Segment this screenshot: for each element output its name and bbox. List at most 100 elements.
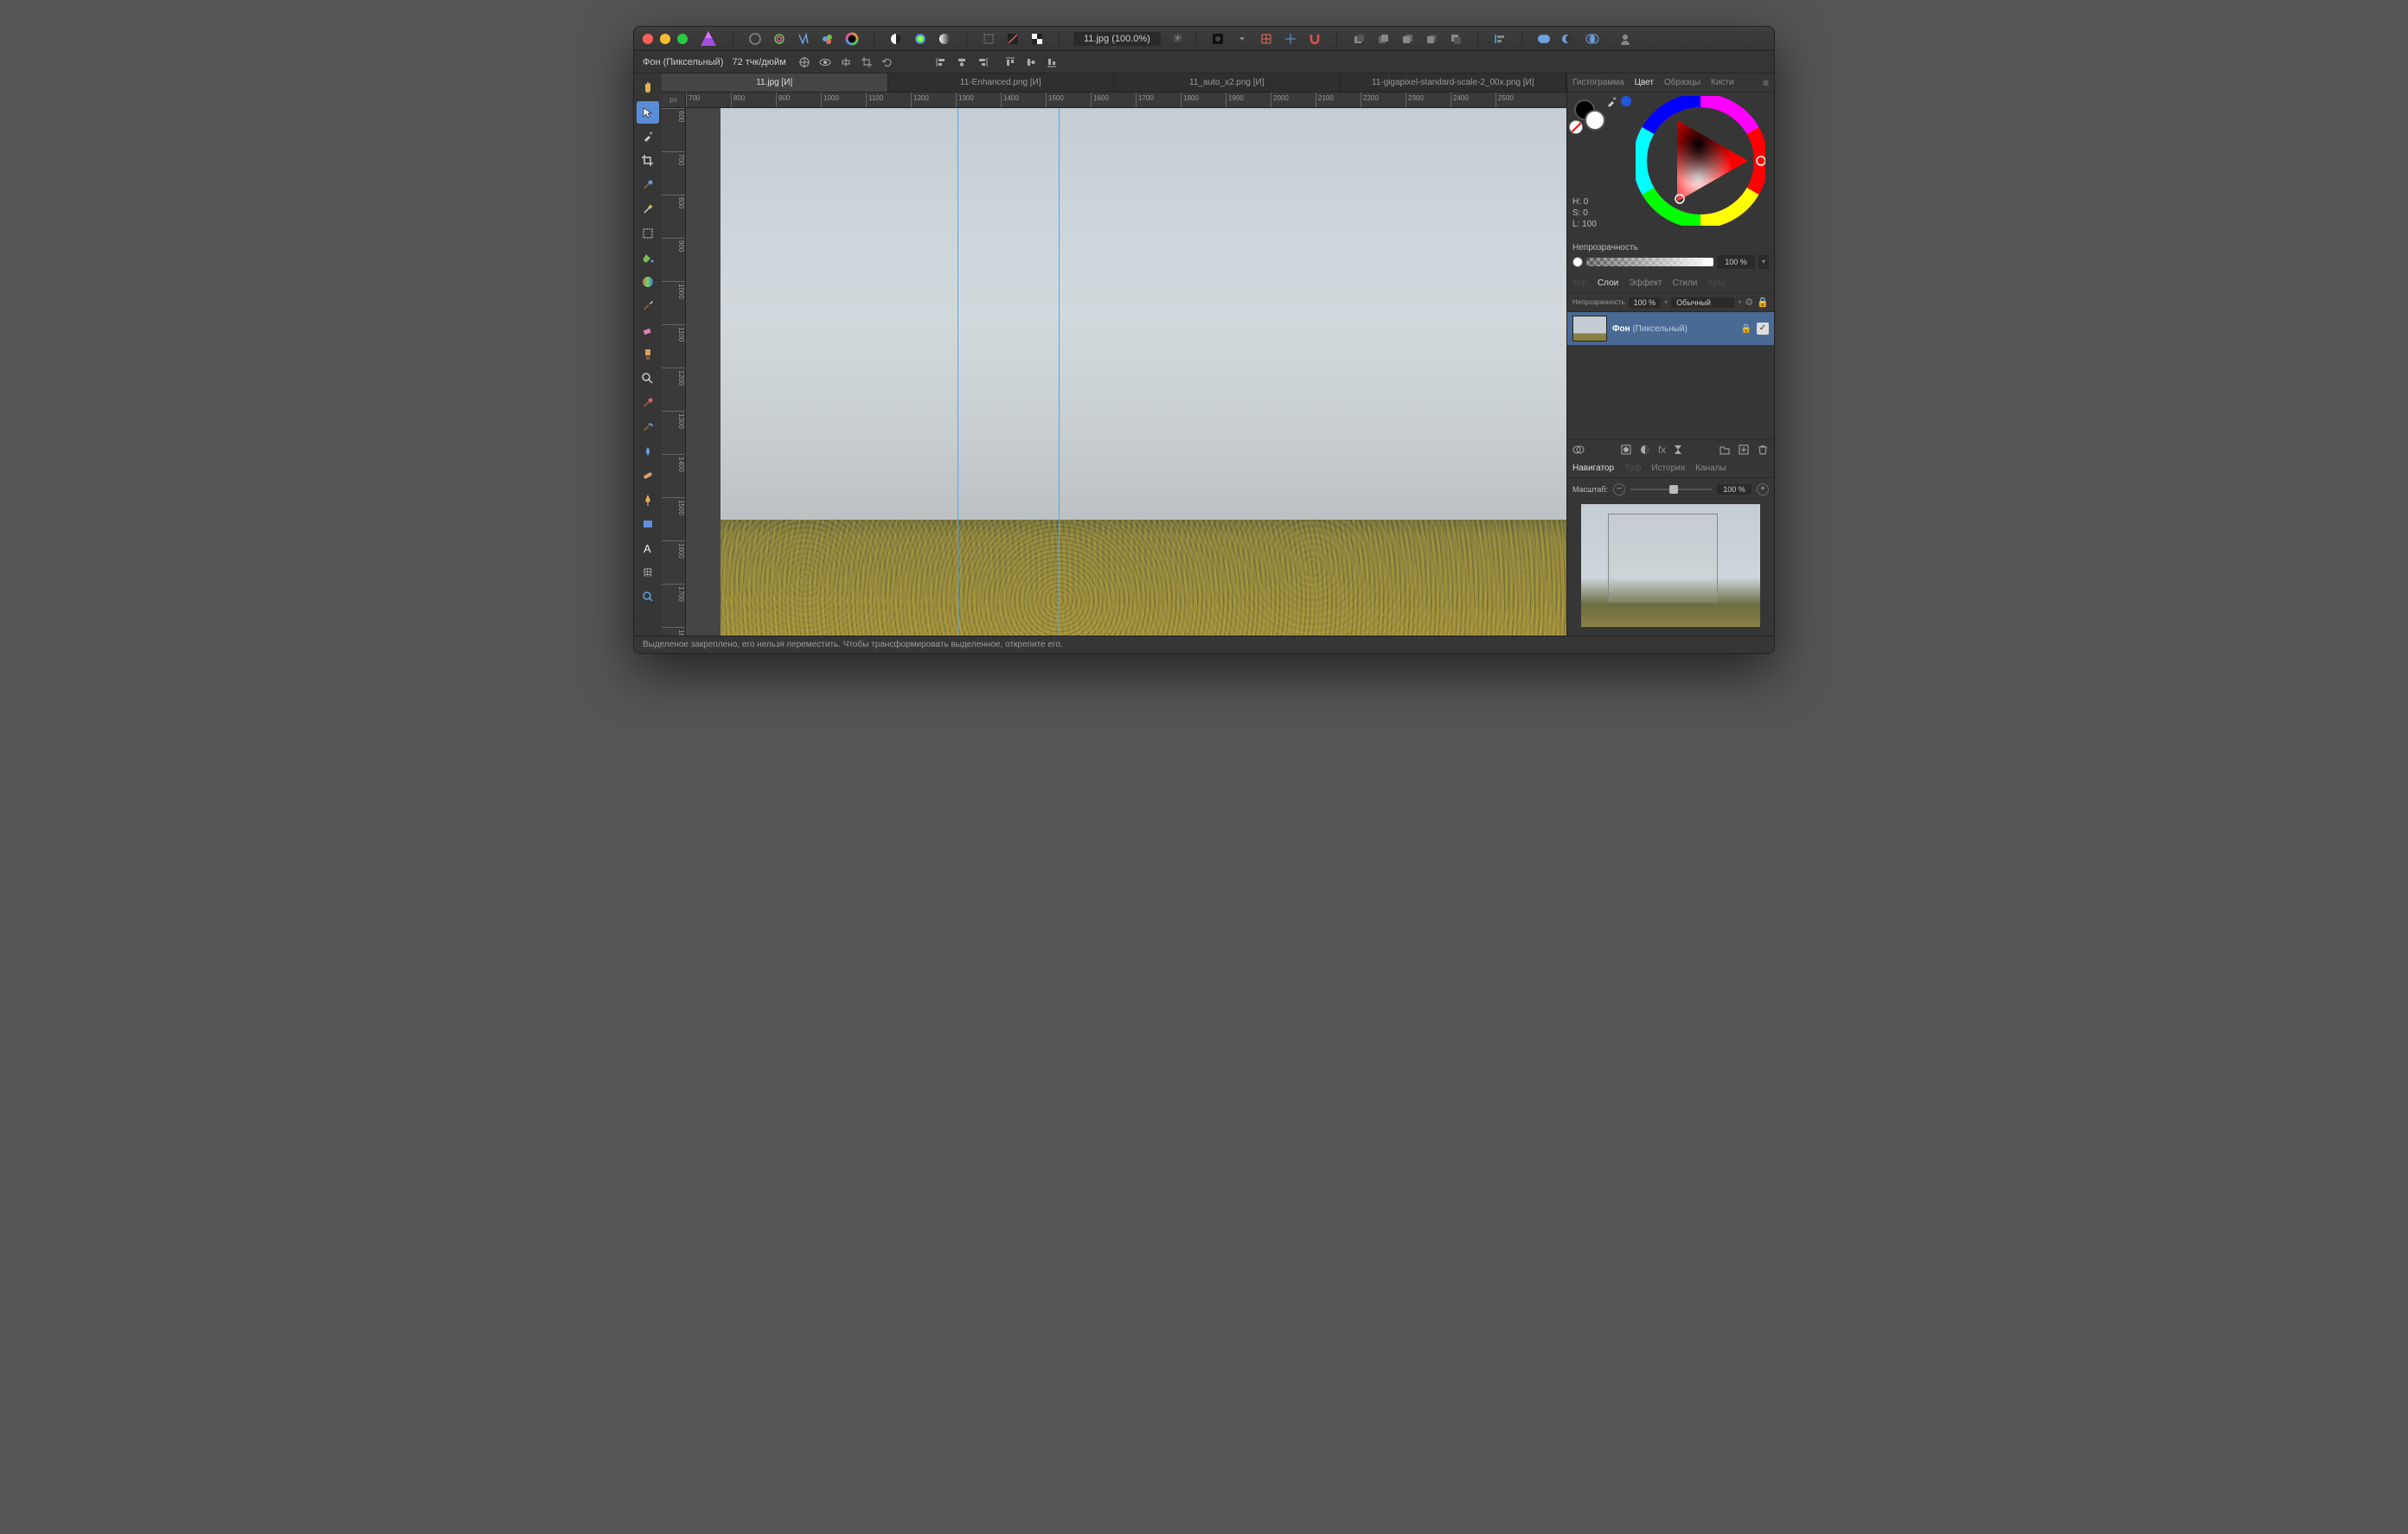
boolean-subtract-icon[interactable]: [1557, 29, 1579, 48]
move-front-icon[interactable]: [1420, 29, 1443, 48]
channels-red-icon[interactable]: [1002, 29, 1024, 48]
tab-extras[interactable]: Хрщ: [1707, 278, 1725, 288]
target-icon[interactable]: [795, 54, 814, 71]
gradient-tool[interactable]: [637, 271, 659, 293]
tone-map-persona-icon[interactable]: [817, 29, 839, 48]
layer-row[interactable]: Фон (Пиксельный) 🔒 ✓: [1567, 312, 1774, 345]
color-wheel[interactable]: [1636, 96, 1765, 226]
erase-tool[interactable]: [637, 319, 659, 342]
crop-icon[interactable]: [857, 54, 876, 71]
guide-2[interactable]: [1059, 108, 1060, 636]
zoom-in-button[interactable]: +: [1757, 483, 1769, 495]
delete-layer-icon[interactable]: [1757, 444, 1769, 456]
snap-magnet-icon[interactable]: [1303, 29, 1326, 48]
minimize-window-button[interactable]: [660, 34, 670, 44]
adjustment-icon[interactable]: [1639, 444, 1651, 456]
tab-channels[interactable]: Каналы: [1695, 463, 1726, 473]
zoom-handle[interactable]: [1669, 485, 1678, 494]
align-vcenter-icon[interactable]: [1021, 54, 1041, 71]
layer-blend-icon[interactable]: [1572, 444, 1585, 456]
boolean-intersect-icon[interactable]: [1581, 29, 1604, 48]
zoom-slider[interactable]: [1630, 489, 1712, 490]
front-color-swatch[interactable]: [1585, 110, 1605, 131]
checker-icon[interactable]: [1026, 29, 1048, 48]
tab-brushes[interactable]: Кисти: [1711, 78, 1734, 87]
group-icon[interactable]: [1719, 444, 1731, 456]
develop-persona-icon[interactable]: [792, 29, 815, 48]
bw-icon[interactable]: [933, 29, 956, 48]
move-forward-icon[interactable]: [1396, 29, 1419, 48]
align-top-icon[interactable]: [1001, 54, 1020, 71]
dark-view-icon[interactable]: [1207, 29, 1229, 48]
selection-brush-tool[interactable]: [637, 174, 659, 196]
smudge-tool[interactable]: [637, 416, 659, 438]
tab-effects[interactable]: Эффект: [1629, 278, 1662, 288]
layer-opacity-value[interactable]: 100 %: [1629, 297, 1662, 308]
add-layer-icon[interactable]: [1738, 444, 1750, 456]
mask-icon[interactable]: [1620, 444, 1632, 456]
boolean-add-icon[interactable]: [1533, 29, 1555, 48]
doc-tab-4[interactable]: 11-gigapixel-standard-scale-2_00x.png [И…: [1341, 74, 1567, 92]
ruler-unit[interactable]: px: [662, 93, 686, 108]
tab-layers[interactable]: Слои: [1598, 278, 1618, 288]
mesh-tool[interactable]: [637, 561, 659, 584]
zoom-out-button[interactable]: −: [1613, 483, 1625, 495]
tab-swatches[interactable]: Образцы: [1664, 78, 1700, 87]
opacity-dropdown-icon[interactable]: ▾: [1758, 255, 1769, 269]
align-icon[interactable]: [1489, 29, 1511, 48]
pen-tool[interactable]: [637, 489, 659, 511]
zoom-value[interactable]: 100 %: [1717, 484, 1752, 495]
hand-tool[interactable]: [637, 77, 659, 99]
doc-tab-3[interactable]: 11_auto_x2.png [И]: [1114, 74, 1341, 92]
heal-tool[interactable]: [637, 464, 659, 487]
layer-locked-icon[interactable]: 🔒: [1741, 324, 1752, 334]
opacity-value[interactable]: 100 %: [1717, 255, 1755, 269]
dropdown-icon[interactable]: [1231, 29, 1253, 48]
fx-icon[interactable]: fx: [1658, 444, 1666, 456]
zoom-window-button[interactable]: [677, 34, 688, 44]
rainbow-icon[interactable]: [909, 29, 932, 48]
tab-navigator[interactable]: Навигатор: [1572, 463, 1614, 473]
clone-tool[interactable]: [637, 343, 659, 366]
move-tool[interactable]: [637, 101, 659, 124]
sampled-color-icon[interactable]: [1621, 96, 1631, 106]
grid-icon[interactable]: [1255, 29, 1278, 48]
zoom-tool[interactable]: [637, 585, 659, 608]
doc-tab-2[interactable]: 11-Enhanced.png [И]: [888, 74, 1115, 92]
inpaint-tool[interactable]: [637, 392, 659, 414]
export-persona-icon[interactable]: [841, 29, 863, 48]
align-left-icon[interactable]: [932, 54, 951, 71]
opacity-handle[interactable]: [1701, 257, 1712, 267]
ruler-vertical[interactable]: 6007008009001000110012001300140015001600…: [662, 108, 686, 636]
tab-histogram[interactable]: Гистограмма: [1572, 78, 1624, 87]
navigator-viewport[interactable]: [1608, 514, 1718, 602]
rectangle-tool[interactable]: [637, 513, 659, 535]
tab-trf[interactable]: Трф: [1624, 463, 1641, 473]
liquify-persona-icon[interactable]: [768, 29, 791, 48]
ruler-horizontal[interactable]: 7008009001000110012001300140015001600170…: [686, 93, 1566, 108]
hcenter-icon[interactable]: [836, 54, 855, 71]
photo-persona-icon[interactable]: [744, 29, 766, 48]
dodge-tool[interactable]: [637, 368, 659, 390]
align-right-icon[interactable]: [973, 54, 992, 71]
tab-cor[interactable]: Кор: [1572, 278, 1587, 288]
canvas-viewport[interactable]: [686, 108, 1566, 636]
flood-fill-tool[interactable]: [637, 246, 659, 269]
magic-wand-tool[interactable]: [637, 198, 659, 221]
move-back-icon[interactable]: [1348, 29, 1370, 48]
tab-color[interactable]: Цвет: [1635, 78, 1654, 87]
marquee-tool[interactable]: [637, 222, 659, 245]
document-canvas[interactable]: [720, 108, 1566, 636]
guide-1[interactable]: [957, 108, 958, 636]
hourglass-icon[interactable]: [1673, 444, 1683, 456]
crop-tool[interactable]: [637, 150, 659, 172]
align-hcenter-icon[interactable]: [952, 54, 971, 71]
gear-icon[interactable]: ⚙: [1745, 297, 1753, 308]
blend-mode-select[interactable]: Обычный: [1671, 297, 1734, 308]
opacity-slider[interactable]: [1586, 258, 1713, 266]
text-tool[interactable]: A: [637, 537, 659, 559]
panel-menu-icon[interactable]: ≡: [1763, 77, 1769, 89]
move-front2-icon[interactable]: [1444, 29, 1467, 48]
eyedropper-icon[interactable]: [1605, 96, 1617, 108]
layer-opacity-drop-icon[interactable]: ▾: [1664, 298, 1668, 306]
